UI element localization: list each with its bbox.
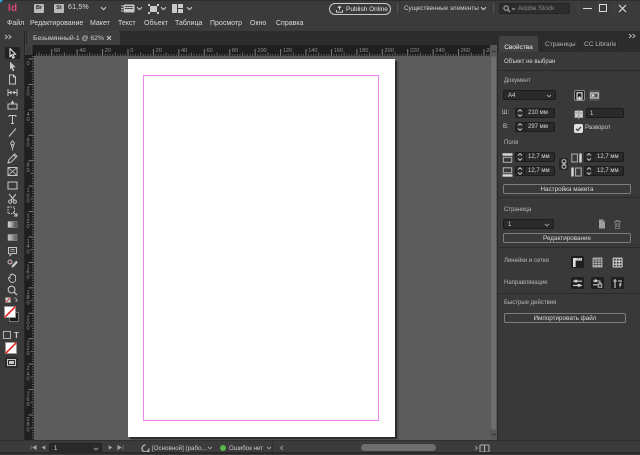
- svg-text:0: 0: [27, 117, 30, 123]
- svg-text:200: 200: [384, 48, 393, 54]
- svg-text:0: 0: [27, 275, 30, 281]
- svg-text:120: 120: [283, 48, 292, 54]
- svg-text:100: 100: [257, 48, 266, 54]
- svg-text:40: 40: [79, 48, 85, 54]
- svg-text:0: 0: [27, 326, 30, 332]
- svg-text:0: 0: [27, 377, 30, 383]
- svg-text:0: 0: [27, 142, 30, 148]
- svg-text:0: 0: [27, 92, 30, 98]
- svg-text:0: 0: [27, 249, 30, 255]
- svg-text:60: 60: [54, 48, 60, 54]
- svg-text:20: 20: [105, 48, 111, 54]
- svg-text:260: 260: [461, 48, 470, 54]
- svg-text:220: 220: [410, 48, 419, 54]
- svg-text:60: 60: [206, 48, 212, 54]
- svg-text:20: 20: [156, 48, 162, 54]
- svg-text:0: 0: [27, 300, 30, 306]
- svg-text:0: 0: [27, 199, 30, 205]
- svg-text:240: 240: [435, 48, 444, 54]
- svg-text:0: 0: [27, 61, 30, 67]
- svg-text:0: 0: [27, 168, 30, 174]
- svg-text:160: 160: [334, 48, 343, 54]
- svg-text:0: 0: [130, 48, 133, 54]
- svg-text:0: 0: [27, 402, 30, 408]
- svg-text:40: 40: [181, 48, 187, 54]
- svg-text:140: 140: [308, 48, 317, 54]
- svg-text:0: 0: [27, 224, 30, 230]
- svg-text:180: 180: [359, 48, 368, 54]
- svg-text:80: 80: [232, 48, 238, 54]
- svg-text:0: 0: [27, 427, 30, 433]
- svg-text:0: 0: [27, 351, 30, 357]
